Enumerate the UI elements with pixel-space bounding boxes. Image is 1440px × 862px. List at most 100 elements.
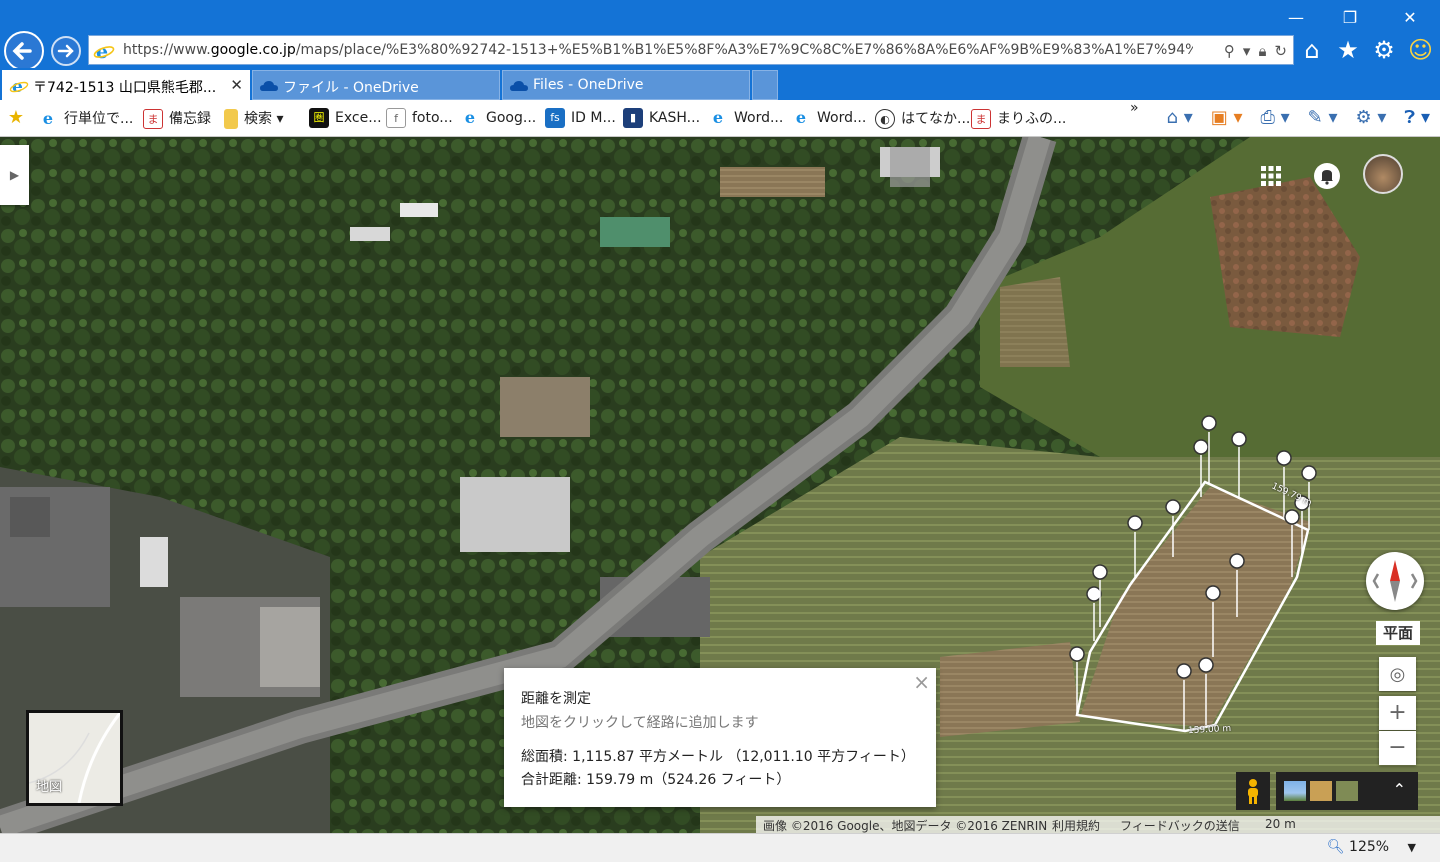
side-panel-toggle[interactable]: ▶ xyxy=(0,145,29,205)
page-menu-icon[interactable]: ✎ ▾ xyxy=(1308,107,1338,128)
total-distance: 合計距離: 159.79 m（524.26 フィート） xyxy=(521,772,791,788)
chevron-down-icon: ▼ xyxy=(1407,841,1416,854)
favorite-folder[interactable]: 検索 ▾ xyxy=(224,108,283,130)
compass-icon xyxy=(1372,560,1418,602)
expand-chevron-icon[interactable]: ⌃ xyxy=(1393,780,1406,799)
favorites-star-icon[interactable]: ★ xyxy=(1336,36,1360,64)
close-window-button[interactable]: ✕ xyxy=(1390,6,1430,30)
plus-icon: + xyxy=(1388,700,1407,725)
new-tab-button[interactable] xyxy=(752,70,778,100)
imagery-credit: 画像 ©2016 Google、地図データ ©2016 ZENRIN xyxy=(763,819,1048,833)
map-attribution: 画像 ©2016 Google、地図データ ©2016 ZENRIN 利用規約 … xyxy=(756,816,1440,833)
compass-button[interactable] xyxy=(1366,552,1424,610)
page-icon: ま xyxy=(971,109,991,129)
home-icon[interactable]: ⌂ xyxy=(1300,36,1324,64)
minimize-button[interactable]: — xyxy=(1276,6,1316,30)
more-favorites-chevron[interactable]: » xyxy=(1130,100,1139,122)
favorite-item[interactable]: e Word... xyxy=(791,108,866,130)
page-icon: ▮ xyxy=(623,108,643,128)
map-type-toggle[interactable]: 地図 xyxy=(26,710,123,806)
gear-icon[interactable]: ⚙ xyxy=(1372,36,1396,64)
search-icon[interactable]: ⚲ xyxy=(1224,41,1235,61)
gear-icon[interactable]: ⚙ ▾ xyxy=(1356,107,1387,128)
favorite-item[interactable]: f foto... xyxy=(386,108,453,130)
home-icon[interactable]: ⌂ ▾ xyxy=(1167,107,1193,128)
restore-button[interactable]: ❐ xyxy=(1330,6,1370,30)
forward-button[interactable] xyxy=(51,36,81,66)
tab-onedrive-jp[interactable]: ファイル - OneDrive xyxy=(252,70,500,100)
street-view-pegman[interactable] xyxy=(1236,772,1270,810)
feedback-link[interactable]: フィードバックの送信 xyxy=(1120,817,1240,833)
tab-label: Files - OneDrive xyxy=(533,77,644,93)
scale-label[interactable]: 20 m xyxy=(1265,817,1296,831)
tab-onedrive-en[interactable]: Files - OneDrive xyxy=(502,70,750,100)
address-bar[interactable]: e https://www.google.co.jp/maps/place/%E… xyxy=(88,35,1294,65)
imagery-layers[interactable]: ⌃ xyxy=(1276,772,1418,810)
favorite-item[interactable]: e 行単位で... xyxy=(38,108,133,130)
tab-close-button[interactable]: ✕ xyxy=(230,76,243,94)
notification-bell-icon[interactable] xyxy=(1314,163,1340,189)
cloud-icon xyxy=(510,81,528,91)
tab-label: ファイル - OneDrive xyxy=(283,80,419,96)
measure-title: 距離を測定 xyxy=(521,691,591,707)
arrow-right-icon xyxy=(57,44,74,58)
title-bar: — ❐ ✕ e https://www.google.co.jp/maps/pl… xyxy=(0,0,1440,71)
apps-grid-icon[interactable] xyxy=(1260,165,1282,187)
layer-thumbnail[interactable] xyxy=(1310,781,1332,801)
minus-icon: − xyxy=(1388,735,1407,760)
zoom-out-button[interactable]: − xyxy=(1379,731,1416,765)
close-icon[interactable]: × xyxy=(913,670,930,694)
tab-label: 〒742-1513 山口県熊毛郡... xyxy=(33,80,217,96)
help-icon[interactable]: ❓︎ ▾ xyxy=(1404,107,1430,128)
ie-icon: e xyxy=(42,109,54,128)
ie-icon: e xyxy=(464,108,476,127)
page-icon: f xyxy=(386,108,406,128)
total-area: 総面積: 1,115.87 平方メートル （12,011.10 平方フィート） xyxy=(521,749,915,765)
ie-icon: e xyxy=(795,108,807,127)
terms-link[interactable]: 利用規約 xyxy=(1052,817,1100,833)
favorite-item[interactable]: e Goog... xyxy=(460,108,536,130)
favorite-item[interactable]: 圏 Exce... xyxy=(309,108,382,130)
cloud-icon xyxy=(260,81,278,91)
rss-icon[interactable]: ▣ ▾ xyxy=(1211,107,1243,128)
url-text[interactable]: https://www.google.co.jp/maps/place/%E3%… xyxy=(123,42,1193,58)
favorite-item[interactable]: ま備忘録 xyxy=(143,108,211,130)
page-icon: fs xyxy=(545,108,565,128)
favorite-item[interactable]: fs ID M... xyxy=(545,108,616,130)
avatar[interactable] xyxy=(1363,154,1403,194)
zoom-level[interactable]: 🔍︎ 125% ▼ xyxy=(1327,839,1416,855)
back-button[interactable] xyxy=(4,31,44,71)
favorite-item[interactable]: ままりふの... xyxy=(971,108,1066,130)
page-icon: 圏 xyxy=(309,108,329,128)
map-type-label: 地図 xyxy=(36,780,63,795)
smiley-icon[interactable]: ☺ xyxy=(1408,36,1433,64)
measure-distance-card: 距離を測定 地図をクリックして経路に追加します 総面積: 1,115.87 平方… xyxy=(504,668,936,807)
page-icon: ま xyxy=(143,109,163,129)
dropdown-icon[interactable]: ▾ xyxy=(1243,41,1251,61)
ie-icon: e xyxy=(9,77,29,96)
refresh-icon[interactable]: ↻ xyxy=(1274,41,1287,61)
favorite-item[interactable]: e Word... xyxy=(708,108,783,130)
measure-subtitle: 地図をクリックして経路に追加します xyxy=(521,715,759,731)
pegman-icon xyxy=(1248,779,1258,804)
tilt-toggle-button[interactable]: 平面 xyxy=(1376,621,1420,645)
favorite-item[interactable]: ▮ KASH... xyxy=(623,108,700,130)
zoom-icon: 🔍︎ xyxy=(1326,839,1345,855)
folder-icon xyxy=(224,109,238,129)
layer-thumbnail[interactable] xyxy=(1336,781,1358,801)
arrow-left-icon xyxy=(12,42,32,60)
favorite-item[interactable]: ◐ はてなか... xyxy=(875,108,970,130)
print-icon[interactable]: ⎙ ▾ xyxy=(1261,107,1290,128)
page-icon: ◐ xyxy=(875,109,895,129)
my-location-button[interactable]: ◎ xyxy=(1379,657,1416,691)
zoom-in-button[interactable]: + xyxy=(1379,696,1416,730)
favorites-star-icon[interactable]: ★ xyxy=(6,108,32,130)
ie-icon: e xyxy=(93,41,115,62)
tab-google-maps[interactable]: e 〒742-1513 山口県熊毛郡... ✕ xyxy=(2,70,250,100)
satellite-map[interactable]: 159.79 m 159.00 m ▶ 地図 平面 ◎ + − ⌃ 距離を測定 … xyxy=(0,137,1440,833)
ie-icon: e xyxy=(712,108,724,127)
layer-thumbnail[interactable] xyxy=(1284,781,1306,801)
lock-icon[interactable]: 🔒︎ xyxy=(1258,41,1266,61)
favorites-bar: ★ e 行単位で... ま備忘録 検索 ▾ 圏 Exce... f foto... e… xyxy=(0,100,1440,137)
tab-strip: e 〒742-1513 山口県熊毛郡... ✕ ファイル - OneDrive … xyxy=(0,68,1440,100)
